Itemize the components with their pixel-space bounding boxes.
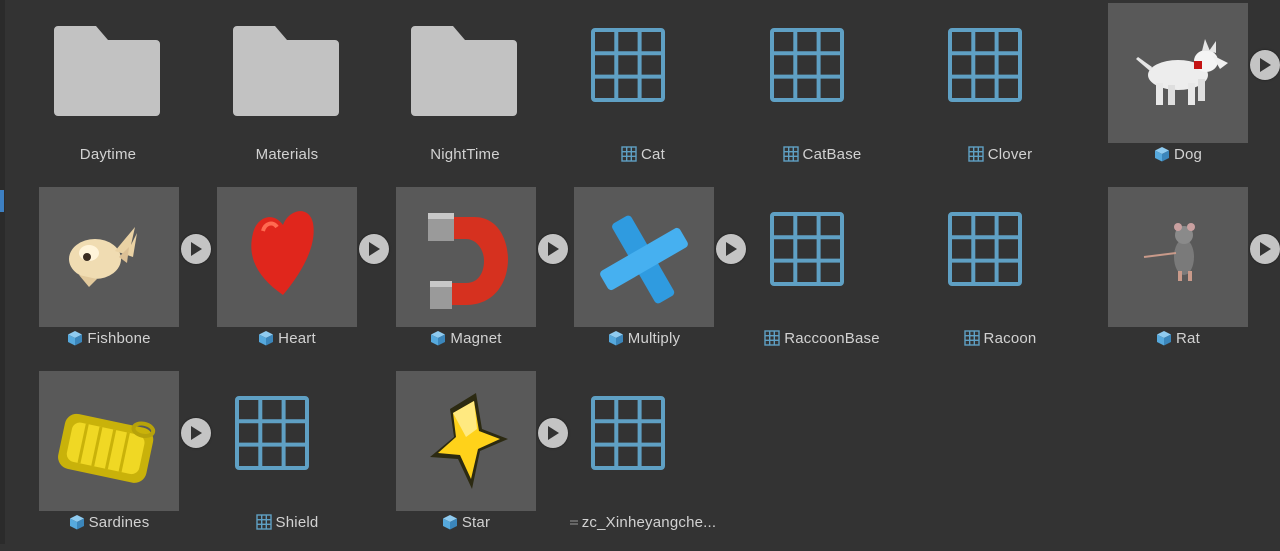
- play-icon: [190, 426, 202, 440]
- asset-label: Fishbone: [24, 328, 194, 348]
- asset-label: RaccoonBase: [737, 328, 907, 348]
- asset-small-icon: [569, 520, 578, 525]
- prefab-cube-icon: [1154, 147, 1169, 162]
- asset-label: Materials: [255, 145, 319, 163]
- grid-small-icon: [764, 330, 780, 346]
- folder-item[interactable]: Daytime: [23, 3, 193, 183]
- prefab-thumbnail: [574, 187, 714, 327]
- asset-item[interactable]: Racoon: [915, 187, 1085, 367]
- grid-small-icon: [782, 146, 799, 162]
- play-icon: [368, 242, 380, 256]
- asset-label: zc_Xinheyangche...: [558, 512, 728, 532]
- fishbone-model-icon: [69, 227, 137, 287]
- grid-asset-icon: [948, 28, 1022, 102]
- play-icon: [725, 242, 737, 256]
- prefab-thumbnail: [396, 187, 536, 327]
- prefab-cube-icon: [608, 331, 623, 346]
- prefab-item[interactable]: Magnet: [381, 187, 568, 367]
- folder-icon: [411, 26, 517, 116]
- expand-play-button[interactable]: [1250, 234, 1280, 264]
- prefab-cube-icon: [69, 515, 84, 530]
- prefab-item[interactable]: Multiply: [559, 187, 746, 367]
- heart-model-icon: [251, 211, 314, 295]
- prefab-thumbnail: [1108, 187, 1248, 327]
- asset-label: Dog: [1093, 144, 1263, 164]
- prefab-thumbnail: [1108, 3, 1248, 143]
- expand-play-button[interactable]: [1250, 50, 1280, 80]
- folder-item[interactable]: Materials: [202, 3, 372, 183]
- prefab-cube-icon: [442, 515, 457, 530]
- prefab-item[interactable]: Dog: [1093, 3, 1280, 183]
- asset-item[interactable]: Cat: [558, 3, 728, 183]
- asset-label: Sardines: [24, 512, 194, 532]
- play-icon: [1259, 58, 1271, 72]
- asset-label: Cat: [558, 144, 728, 164]
- play-icon: [547, 242, 559, 256]
- grid-asset-icon: [770, 212, 844, 286]
- play-icon: [190, 242, 202, 256]
- asset-label: Racoon: [915, 328, 1085, 348]
- magnet-model-icon: [428, 213, 508, 309]
- grid-small-icon: [255, 514, 272, 530]
- grid-asset-icon: [948, 212, 1022, 286]
- grid-asset-icon: [770, 28, 844, 102]
- prefab-cube-icon: [68, 331, 83, 346]
- grid-asset-icon: [591, 396, 665, 470]
- prefab-thumbnail: [39, 371, 179, 511]
- prefab-item[interactable]: Fishbone: [24, 187, 211, 367]
- prefab-item[interactable]: Star: [381, 371, 568, 551]
- sardines-model-icon: [58, 413, 156, 483]
- prefab-thumbnail: [39, 187, 179, 327]
- asset-item[interactable]: RaccoonBase: [737, 187, 907, 367]
- grid-asset-icon: [591, 28, 665, 102]
- asset-item[interactable]: zc_Xinheyangche...: [558, 371, 728, 551]
- asset-label: Shield: [202, 512, 372, 532]
- star-model-icon: [430, 393, 508, 489]
- prefab-item[interactable]: Rat: [1093, 187, 1280, 367]
- asset-item[interactable]: Shield: [202, 371, 372, 551]
- asset-label: Star: [381, 512, 551, 532]
- prefab-cube-icon: [431, 331, 446, 346]
- asset-label: Daytime: [79, 145, 137, 163]
- asset-label: Clover: [915, 144, 1085, 164]
- folder-icon: [54, 26, 160, 116]
- grid-asset-icon: [235, 396, 309, 470]
- folder-item[interactable]: NightTime: [380, 3, 550, 183]
- splitter-marker: [0, 190, 4, 212]
- asset-label: Rat: [1093, 328, 1263, 348]
- grid-small-icon: [963, 330, 980, 346]
- asset-item[interactable]: Clover: [915, 3, 1085, 183]
- asset-label: Magnet: [381, 328, 551, 348]
- rat-model-icon: [1143, 223, 1195, 281]
- dog-model-icon: [1136, 39, 1228, 105]
- grid-small-icon: [968, 146, 984, 162]
- play-icon: [1259, 242, 1271, 256]
- folder-icon: [233, 26, 339, 116]
- asset-label: CatBase: [737, 144, 907, 164]
- asset-label: Multiply: [559, 328, 729, 348]
- asset-label: NightTime: [430, 145, 500, 163]
- asset-label: Heart: [202, 328, 372, 348]
- prefab-thumbnail: [217, 187, 357, 327]
- prefab-item[interactable]: Sardines: [24, 371, 211, 551]
- prefab-thumbnail: [396, 371, 536, 511]
- left-panel-edge: [0, 0, 5, 544]
- prefab-cube-icon: [1157, 331, 1172, 346]
- prefab-item[interactable]: Heart: [202, 187, 389, 367]
- prefab-cube-icon: [259, 331, 274, 346]
- grid-small-icon: [621, 146, 637, 162]
- multiply-model-icon: [600, 215, 688, 304]
- play-icon: [547, 426, 559, 440]
- asset-item[interactable]: CatBase: [737, 3, 907, 183]
